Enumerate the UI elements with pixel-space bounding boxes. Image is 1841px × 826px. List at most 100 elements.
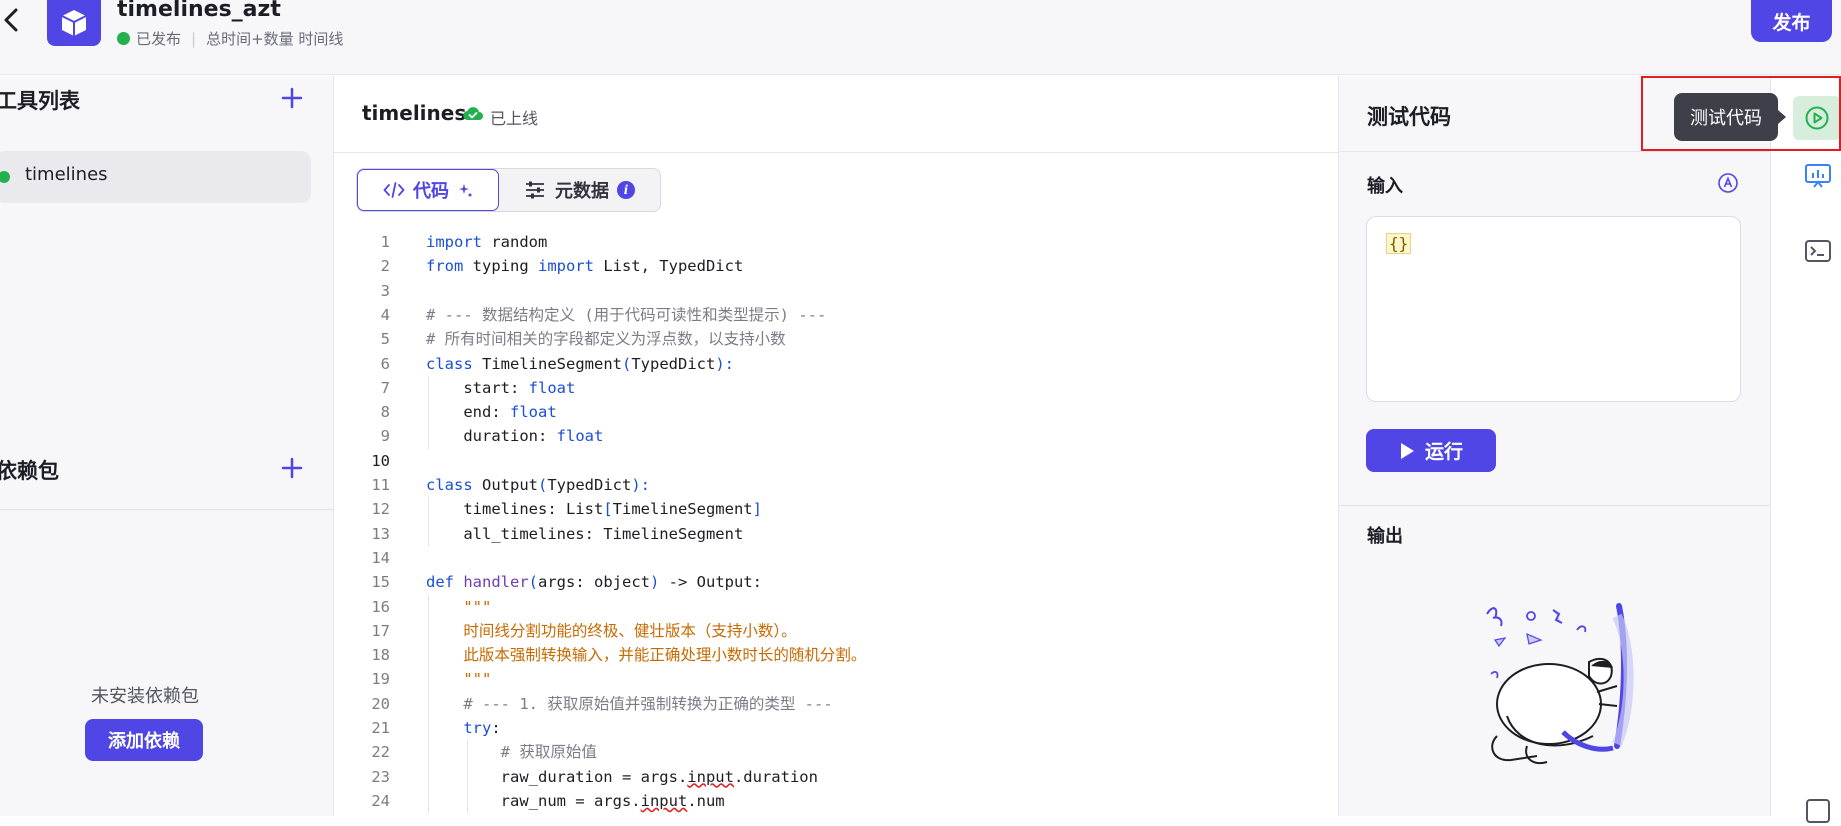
file-status: 已上线 xyxy=(490,109,539,128)
line-text: 此版本强制转换输入，并能正确处理小数时长的随机分割。 xyxy=(463,646,867,665)
ai-icon[interactable] xyxy=(1717,172,1739,194)
add-dependency-plus-icon[interactable] xyxy=(280,456,304,480)
code-line: 6 class TimelineSegment(TypedDict): xyxy=(334,352,1328,376)
test-panel: 测试代码 输入 {} 运行 输出 xyxy=(1338,76,1771,816)
line-text: # 获取原始值 xyxy=(500,743,597,762)
line-number: 11 xyxy=(371,476,390,494)
terminal-icon[interactable] xyxy=(1803,236,1833,266)
line-number: 15 xyxy=(371,573,390,592)
line-text: from typing import List, TypedDict xyxy=(426,257,744,276)
sparkle-icon xyxy=(459,184,472,197)
code-line: 24 raw_num = args.input.num xyxy=(334,789,1328,813)
list-icon[interactable] xyxy=(1803,796,1833,826)
code-icon xyxy=(383,182,405,198)
empty-output-illustration xyxy=(1486,603,1634,764)
code-editor-panel: timelines 已上线 代码 元数据 i 1 import random 2… xyxy=(334,76,1338,816)
app-header: timelines_azt 已发布 | 总时间+数量 时间线 发布 xyxy=(0,0,1841,75)
line-number: 6 xyxy=(380,354,390,373)
line-text: try: xyxy=(463,719,501,737)
divider xyxy=(1339,505,1771,506)
line-text: # 所有时间相关的字段都定义为浮点数，以支持小数 xyxy=(426,330,786,349)
code-editor[interactable]: 1 import random 2 from typing import List, … xyxy=(334,226,1328,816)
divider xyxy=(0,509,334,510)
play-circle-icon xyxy=(1805,106,1829,130)
line-text: class TimelineSegment(TypedDict): xyxy=(426,354,734,373)
line-text: end: float xyxy=(426,403,557,422)
sliders-icon xyxy=(526,181,544,199)
tooltip: 测试代码 xyxy=(1674,93,1786,141)
test-code-rail-button[interactable] xyxy=(1793,96,1841,140)
code-line: 15 def handler(args: object) -> Output: xyxy=(334,570,1328,594)
line-text: all_timelines: TimelineSegment xyxy=(426,524,744,543)
code-line: 11 class Output(TypedDict): xyxy=(334,473,1328,497)
test-input-editor[interactable]: {} xyxy=(1366,216,1741,402)
input-value: {} xyxy=(1386,233,1412,254)
line-number: 16 xyxy=(371,597,390,616)
line-number: 19 xyxy=(371,670,390,689)
line-text: import random xyxy=(426,233,548,251)
line-number: 21 xyxy=(371,719,390,737)
line-number: 12 xyxy=(371,500,390,519)
cube-icon xyxy=(61,10,87,36)
code-line: 20 # --- 1. 获取原始值并强制转换为正确的类型 --- xyxy=(334,692,1328,716)
app-icon xyxy=(47,0,101,46)
indent-guide xyxy=(428,375,429,449)
run-button[interactable]: 运行 xyxy=(1366,429,1496,472)
back-arrow-icon[interactable] xyxy=(0,6,28,36)
monitor-icon[interactable] xyxy=(1803,161,1833,191)
info-icon: i xyxy=(617,181,635,199)
line-text: timelines: List[TimelineSegment] xyxy=(426,500,762,519)
tab-code-label: 代码 xyxy=(413,181,449,202)
line-number: 3 xyxy=(380,281,390,300)
indent-guide xyxy=(467,740,468,814)
line-text: raw_num = args.input.num xyxy=(426,791,725,810)
line-number: 18 xyxy=(371,646,390,665)
tool-item-label: timelines xyxy=(25,164,108,185)
test-panel-title: 测试代码 xyxy=(1367,105,1451,129)
file-header: timelines 已上线 xyxy=(334,76,1338,153)
add-tool-plus-icon[interactable] xyxy=(280,86,304,110)
line-number: 1 xyxy=(380,233,390,251)
code-line: 17 时间线分割功能的终极、健壮版本（支持小数）。 xyxy=(334,619,1328,643)
online-status-icon xyxy=(0,171,10,183)
line-text: duration: float xyxy=(426,427,604,446)
add-dependency-button[interactable]: 添加依赖 xyxy=(85,719,203,761)
line-number: 22 xyxy=(371,743,390,762)
code-line: 22 # 获取原始值 xyxy=(334,740,1328,764)
code-line: 3 xyxy=(334,279,1328,303)
line-text: """ xyxy=(463,670,492,689)
dependencies-title: 依赖包 xyxy=(0,459,59,483)
line-number: 13 xyxy=(371,524,390,543)
play-icon xyxy=(1400,442,1414,459)
line-text: 时间线分割功能的终极、健壮版本（支持小数）。 xyxy=(463,621,797,640)
code-line: 1 import random xyxy=(334,230,1328,254)
indent-guide xyxy=(428,497,429,546)
code-line: 7 start: float xyxy=(334,376,1328,400)
no-dependencies-text: 未安装依赖包 xyxy=(91,686,199,707)
line-number: 14 xyxy=(371,548,390,567)
tab-code[interactable]: 代码 xyxy=(357,169,499,211)
code-line: 8 end: float xyxy=(334,400,1328,424)
code-line: 16 """ xyxy=(334,595,1328,619)
output-label: 输出 xyxy=(1367,526,1403,547)
tab-metadata[interactable]: 元数据 i xyxy=(499,169,661,211)
input-label: 输入 xyxy=(1367,176,1403,197)
code-line: 9 duration: float xyxy=(334,424,1328,448)
publish-button[interactable]: 发布 xyxy=(1751,0,1832,42)
editor-tabs: 代码 元数据 i xyxy=(356,168,661,212)
tool-item-timelines[interactable]: timelines xyxy=(0,151,311,203)
line-text: """ xyxy=(463,597,492,616)
file-name: timelines xyxy=(362,101,467,125)
code-line: 23 raw_duration = args.input.duration xyxy=(334,765,1328,789)
line-number: 23 xyxy=(371,767,390,786)
app-description: 总时间+数量 时间线 xyxy=(206,30,344,48)
code-line: 2 from typing import List, TypedDict xyxy=(334,254,1328,278)
code-line: 14 xyxy=(334,546,1328,570)
code-line: 18 此版本强制转换输入，并能正确处理小数时长的随机分割。 xyxy=(334,643,1328,667)
tools-list-title: 工具列表 xyxy=(0,89,80,113)
published-check-icon xyxy=(117,32,130,45)
line-number: 10 xyxy=(371,451,390,470)
line-text: # --- 1. 获取原始值并强制转换为正确的类型 --- xyxy=(463,694,833,713)
code-line: 4 # --- 数据结构定义 (用于代码可读性和类型提示) --- xyxy=(334,303,1328,327)
line-number: 20 xyxy=(371,694,390,713)
